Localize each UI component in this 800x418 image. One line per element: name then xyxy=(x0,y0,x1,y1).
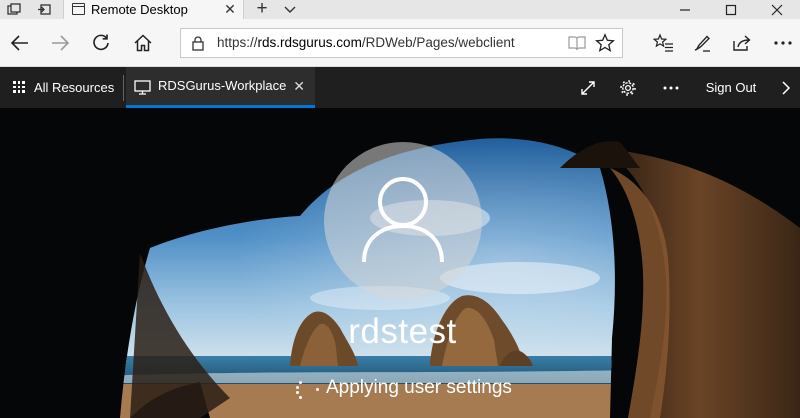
url-host: rds.rdsgurus.com xyxy=(257,35,362,50)
page-icon xyxy=(72,3,85,15)
user-avatar xyxy=(324,142,482,300)
address-url: https://rds.rdsgurus.com/RDWeb/Pages/web… xyxy=(217,29,515,57)
reading-view-icon[interactable] xyxy=(568,35,586,56)
browser-navigation-bar: https://rds.rdsgurus.com/RDWeb/Pages/web… xyxy=(0,19,800,67)
favorite-star-icon[interactable] xyxy=(594,33,616,58)
session-tab-label: RDSGurus-Workplace xyxy=(158,78,287,93)
status-message: Applying user settings xyxy=(326,377,512,398)
address-bar[interactable]: https://rds.rdsgurus.com/RDWeb/Pages/web… xyxy=(180,28,623,58)
url-path: /RDWeb/Pages/webclient xyxy=(361,35,515,50)
lock-screen-username: rdstest xyxy=(348,312,457,351)
more-icon[interactable] xyxy=(658,75,684,101)
sign-in-status: Applying user settings xyxy=(0,376,800,400)
close-session-icon[interactable]: ✕ xyxy=(293,67,305,105)
sign-out-button[interactable]: Sign Out xyxy=(696,67,766,108)
user-silhouette-icon xyxy=(362,177,444,263)
all-resources-label: All Resources xyxy=(34,80,115,95)
back-button[interactable] xyxy=(8,31,32,55)
forward-button[interactable] xyxy=(48,31,72,55)
loading-spinner-icon xyxy=(293,379,325,399)
full-screen-icon[interactable] xyxy=(575,75,601,101)
home-button[interactable] xyxy=(131,31,155,55)
more-options-icon[interactable] xyxy=(771,31,795,55)
rd-web-client-bar: All Resources RDSGurus-Workplace ✕ Sign … xyxy=(0,67,800,108)
new-tab-button[interactable]: + xyxy=(252,0,272,19)
close-window-button[interactable] xyxy=(754,0,800,19)
app-grid-icon xyxy=(13,81,25,93)
browser-tab-strip: Remote Desktop ✕ + xyxy=(0,0,800,19)
tab-actions-icon[interactable] xyxy=(3,0,25,19)
scroll-right-chevron-icon[interactable] xyxy=(776,67,796,108)
maximize-button[interactable] xyxy=(708,0,754,19)
favorites-hub-icon[interactable] xyxy=(651,31,675,55)
web-note-pen-icon[interactable] xyxy=(690,31,714,55)
refresh-button[interactable] xyxy=(89,31,113,55)
divider xyxy=(123,75,124,101)
all-resources-button[interactable]: All Resources xyxy=(0,67,122,108)
browser-tab-active[interactable]: Remote Desktop ✕ xyxy=(63,0,244,19)
tab-title: Remote Desktop xyxy=(91,2,188,17)
share-icon[interactable] xyxy=(730,31,754,55)
monitor-icon xyxy=(134,80,151,100)
url-scheme: https:// xyxy=(217,35,258,50)
remote-session-canvas[interactable]: rdstest Applying user settings xyxy=(0,108,800,418)
session-tab[interactable]: RDSGurus-Workplace ✕ xyxy=(126,67,315,108)
set-tabs-aside-icon[interactable] xyxy=(33,0,55,19)
tab-list-chevron-icon[interactable] xyxy=(280,0,300,19)
settings-gear-icon[interactable] xyxy=(615,75,641,101)
minimize-button[interactable] xyxy=(662,0,708,19)
close-tab-icon[interactable]: ✕ xyxy=(223,0,237,19)
lock-icon[interactable] xyxy=(192,36,204,56)
